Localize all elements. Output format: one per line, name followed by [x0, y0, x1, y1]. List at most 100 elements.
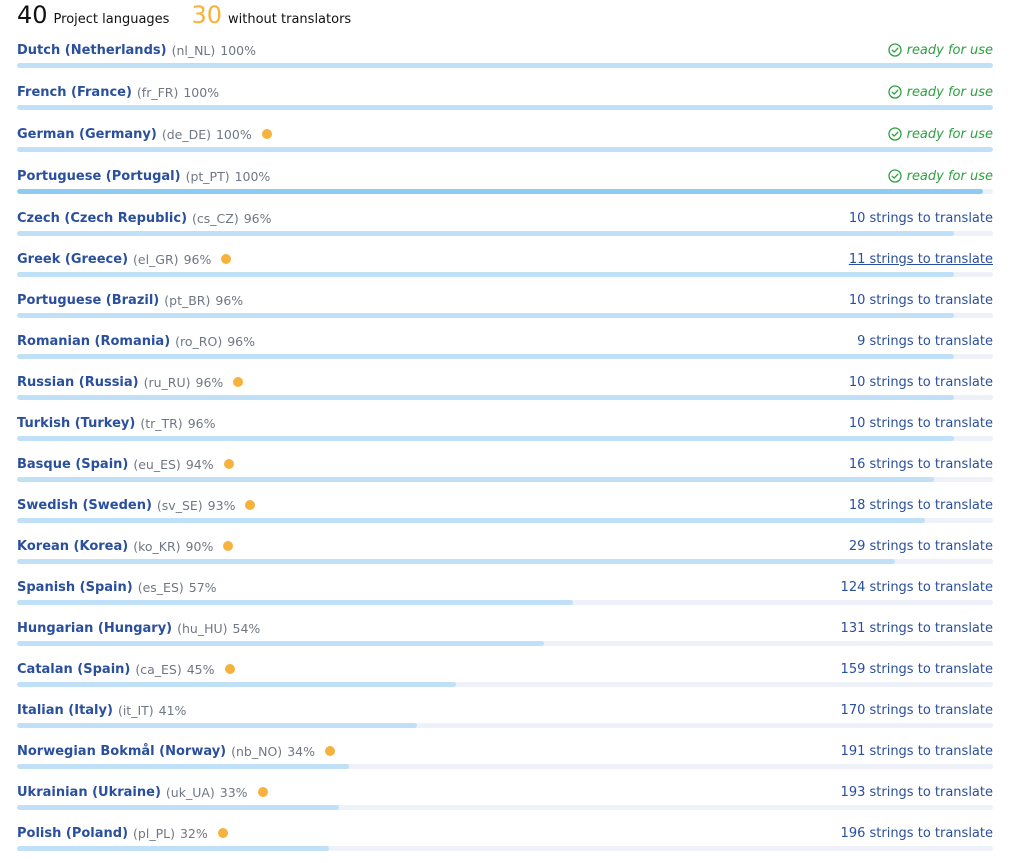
language-row-header: Polish (Poland) (pl_PL) 32% 196 strings to … [17, 822, 993, 844]
progress-bar-track [17, 272, 993, 277]
language-code: (fr_FR) [136, 84, 179, 100]
language-row[interactable]: Catalan (Spain) (ca_ES) 45% 159 strings to … [17, 658, 993, 699]
language-name-link[interactable]: Korean (Korea) [17, 539, 128, 554]
language-name-link[interactable]: Portuguese (Portugal) [17, 169, 181, 184]
progress-bar-fill [17, 518, 925, 523]
no-translator-dot-icon [233, 377, 244, 387]
language-row-header: Portuguese (Brazil) (pt_BR) 96% 10 strings … [17, 289, 993, 311]
language-code: (hu_HU) [177, 620, 228, 636]
strings-to-translate-link[interactable]: 11 strings to translate [849, 252, 993, 267]
ready-for-use-label: ready for use [906, 84, 993, 100]
language-row-header: Spanish (Spain) (es_ES) 57% 124 strings to … [17, 576, 993, 598]
progress-bar-fill [17, 682, 457, 687]
progress-bar-track [17, 231, 993, 236]
language-row[interactable]: French (France) (fr_FR) 100% ready for use [17, 81, 993, 122]
ready-for-use-status: ready for use [887, 43, 993, 58]
strings-to-translate-link[interactable]: 170 strings to translate [841, 703, 993, 718]
progress-bar-track [17, 189, 993, 194]
language-name-link[interactable]: Portuguese (Brazil) [17, 293, 159, 308]
language-row[interactable]: Portuguese (Portugal) (pt_PT) 100% ready fo… [17, 165, 993, 206]
language-name-link[interactable]: Hungarian (Hungary) [17, 621, 172, 636]
progress-bar-fill [17, 231, 954, 236]
language-row-header: German (Germany) (de_DE) 100% ready for use [17, 123, 993, 145]
language-code: (ko_KR) [133, 538, 181, 554]
language-name-link[interactable]: Polish (Poland) [17, 826, 128, 841]
language-row[interactable]: Korean (Korea) (ko_KR) 90% 29 strings to tr… [17, 535, 993, 576]
language-code: (it_IT) [117, 702, 154, 718]
strings-to-translate-link[interactable]: 159 strings to translate [841, 662, 993, 677]
language-name-link[interactable]: Turkish (Turkey) [17, 416, 135, 431]
ready-for-use-label: ready for use [906, 168, 993, 184]
language-row-header: Romanian (Romania) (ro_RO) 96% 9 strings to… [17, 330, 993, 352]
strings-to-translate-link[interactable]: 16 strings to translate [849, 457, 993, 472]
language-name-link[interactable]: Swedish (Sweden) [17, 498, 152, 513]
language-row[interactable]: Portuguese (Brazil) (pt_BR) 96% 10 strings … [17, 289, 993, 330]
language-name-link[interactable]: Dutch (Netherlands) [17, 43, 167, 58]
no-translator-dot-icon [324, 746, 335, 756]
language-row-header: Catalan (Spain) (ca_ES) 45% 159 strings to … [17, 658, 993, 680]
strings-to-translate-link[interactable]: 29 strings to translate [849, 539, 993, 554]
strings-to-translate-link[interactable]: 191 strings to translate [841, 744, 993, 759]
language-row[interactable]: Ukrainian (Ukraine) (uk_UA) 33% 193 strings… [17, 781, 993, 822]
language-row[interactable]: Basque (Spain) (eu_ES) 94% 16 strings to tr… [17, 453, 993, 494]
strings-to-translate-link[interactable]: 10 strings to translate [849, 293, 993, 308]
progress-bar-track [17, 147, 993, 152]
language-percent: 96% [243, 210, 272, 226]
language-code: (ca_ES) [135, 661, 182, 677]
strings-to-translate-link[interactable]: 18 strings to translate [849, 498, 993, 513]
language-row[interactable]: Hungarian (Hungary) (hu_HU) 54% 131 strings… [17, 617, 993, 658]
language-row-header: Greek (Greece) (el_GR) 96% 11 strings to tr… [17, 248, 993, 270]
progress-bar-track [17, 477, 993, 482]
strings-to-translate-link[interactable]: 10 strings to translate [849, 375, 993, 390]
progress-bar-fill [17, 477, 935, 482]
language-name-link[interactable]: Spanish (Spain) [17, 580, 133, 595]
language-percent: 32% [179, 825, 208, 841]
language-code: (nl_NL) [171, 42, 216, 58]
language-name-link[interactable]: Norwegian Bokmål (Norway) [17, 744, 226, 759]
language-row[interactable]: Czech (Czech Republic) (cs_CZ) 96% 10 strin… [17, 207, 993, 248]
language-row[interactable]: Russian (Russia) (ru_RU) 96% 10 strings to … [17, 371, 993, 412]
strings-to-translate-link[interactable]: 10 strings to translate [849, 211, 993, 226]
language-percent: 90% [185, 538, 214, 554]
strings-to-translate-link[interactable]: 9 strings to translate [857, 334, 993, 349]
language-row-header: Swedish (Sweden) (sv_SE) 93% 18 strings to … [17, 494, 993, 516]
strings-to-translate-link[interactable]: 193 strings to translate [841, 785, 993, 800]
language-row-header: Korean (Korea) (ko_KR) 90% 29 strings to tr… [17, 535, 993, 557]
language-row[interactable]: Dutch (Netherlands) (nl_NL) 100% ready for … [17, 39, 993, 80]
language-percent: 100% [183, 84, 220, 100]
strings-to-translate-link[interactable]: 10 strings to translate [849, 416, 993, 431]
language-name-link[interactable]: German (Germany) [17, 127, 157, 142]
progress-bar-track [17, 354, 993, 359]
progress-bar-fill [17, 272, 954, 277]
language-name-link[interactable]: French (France) [17, 85, 132, 100]
progress-bar-track [17, 764, 993, 769]
language-name-link[interactable]: Romanian (Romania) [17, 334, 170, 349]
progress-bar-fill [17, 559, 896, 564]
language-name-link[interactable]: Czech (Czech Republic) [17, 211, 187, 226]
language-percent: 96% [183, 251, 212, 267]
strings-to-translate-link[interactable]: 131 strings to translate [841, 621, 993, 636]
progress-bar-track [17, 313, 993, 318]
language-name-link[interactable]: Greek (Greece) [17, 252, 128, 267]
strings-to-translate-link[interactable]: 124 strings to translate [841, 580, 993, 595]
language-name-link[interactable]: Italian (Italy) [17, 703, 113, 718]
language-row[interactable]: Italian (Italy) (it_IT) 41% 170 strings to … [17, 699, 993, 740]
language-row[interactable]: Norwegian Bokmål (Norway) (nb_NO) 34% 191 s… [17, 740, 993, 781]
language-row[interactable]: Romanian (Romania) (ro_RO) 96% 9 strings to… [17, 330, 993, 371]
language-row[interactable]: Turkish (Turkey) (tr_TR) 96% 10 strings to … [17, 412, 993, 453]
without-translators-label: without translators [228, 12, 352, 27]
progress-bar-fill [17, 147, 993, 152]
language-name-link[interactable]: Basque (Spain) [17, 457, 128, 472]
language-row[interactable]: Spanish (Spain) (es_ES) 57% 124 strings to … [17, 576, 993, 617]
language-name-link[interactable]: Russian (Russia) [17, 375, 139, 390]
language-name-link[interactable]: Ukrainian (Ukraine) [17, 785, 161, 800]
language-name-link[interactable]: Catalan (Spain) [17, 662, 130, 677]
check-circle-icon [887, 127, 902, 141]
language-row[interactable]: Polish (Poland) (pl_PL) 32% 196 strings to … [17, 822, 993, 863]
language-row[interactable]: Swedish (Sweden) (sv_SE) 93% 18 strings to … [17, 494, 993, 535]
language-percent: 96% [187, 415, 216, 431]
strings-to-translate-link[interactable]: 196 strings to translate [841, 826, 993, 841]
language-percent: 100% [220, 42, 257, 58]
language-row[interactable]: Greek (Greece) (el_GR) 96% 11 strings to tr… [17, 248, 993, 289]
language-row[interactable]: German (Germany) (de_DE) 100% ready for use [17, 123, 993, 164]
